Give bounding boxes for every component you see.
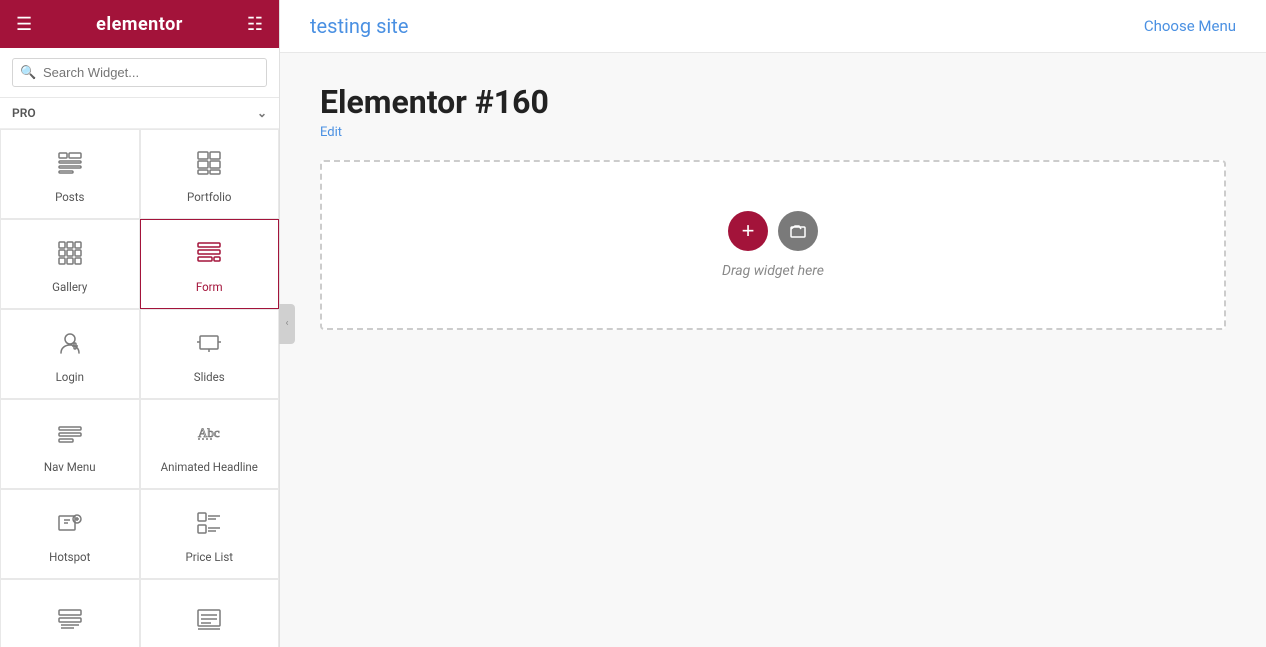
hamburger-icon[interactable]: ☰ <box>16 14 32 35</box>
widget-item-hotspot[interactable]: Hotspot <box>0 489 140 579</box>
widget-item-12[interactable] <box>140 579 280 647</box>
canvas-area: Elementor #160 Edit + Drag widget here <box>280 53 1266 647</box>
grid-icon[interactable]: ☷ <box>247 14 263 35</box>
add-widget-button[interactable]: + <box>728 211 768 251</box>
hotspot-label: Hotspot <box>49 550 90 564</box>
widget-item-posts[interactable]: Posts <box>0 129 140 219</box>
choose-menu-link[interactable]: Choose Menu <box>1144 17 1236 35</box>
form-label: Form <box>196 280 223 294</box>
widget-grid: Posts Portfolio Gallery Form <box>0 129 279 647</box>
page-title-block: Elementor #160 Edit <box>320 83 1226 140</box>
sidebar: ☰ elementor ☷ 🔍 PRO ⌄ Posts Portfolio <box>0 0 280 647</box>
slides-icon <box>195 329 223 362</box>
portfolio-icon <box>195 149 223 182</box>
login-icon <box>56 329 84 362</box>
form-icon <box>195 239 223 272</box>
navmenu-label: Nav Menu <box>44 460 96 474</box>
topbar: testing site Choose Menu <box>280 0 1266 53</box>
page-title: Elementor #160 <box>320 83 1226 121</box>
search-icon: 🔍 <box>20 65 36 80</box>
slides-label: Slides <box>194 370 225 384</box>
folder-button[interactable] <box>778 211 818 251</box>
gallery-label: Gallery <box>52 280 87 294</box>
edit-link[interactable]: Edit <box>320 125 342 140</box>
pro-filter-label: PRO <box>12 106 36 120</box>
pricelist-icon <box>195 509 223 542</box>
sidebar-header: ☰ elementor ☷ <box>0 0 279 48</box>
drag-widget-text: Drag widget here <box>722 263 824 279</box>
widget-item-price-list[interactable]: Price List <box>140 489 280 579</box>
widget-item-portfolio[interactable]: Portfolio <box>140 129 280 219</box>
widget-item-login[interactable]: Login <box>0 309 140 399</box>
pricelist-label: Price List <box>185 550 233 564</box>
drop-zone-actions: + <box>728 211 818 251</box>
portfolio-label: Portfolio <box>187 190 231 204</box>
sidebar-collapse-handle[interactable]: ‹ <box>279 304 295 344</box>
search-bar: 🔍 <box>0 48 279 98</box>
sidebar-title: elementor <box>96 14 183 35</box>
gallery-icon <box>56 239 84 272</box>
widget11-icon <box>56 606 84 639</box>
login-label: Login <box>56 370 84 384</box>
posts-icon <box>56 149 84 182</box>
animatedheadline-icon: Abc <box>195 419 223 452</box>
svg-text:Abc: Abc <box>198 425 220 440</box>
widget-item-nav-menu[interactable]: Nav Menu <box>0 399 140 489</box>
widget-item-animated-headline[interactable]: Abc Animated Headline <box>140 399 280 489</box>
chevron-down-icon: ⌄ <box>257 106 267 120</box>
widget-item-gallery[interactable]: Gallery <box>0 219 140 309</box>
widget12-icon <box>195 606 223 639</box>
hotspot-icon <box>56 509 84 542</box>
navmenu-icon <box>56 419 84 452</box>
drop-zone: + Drag widget here <box>320 160 1226 330</box>
pro-filter[interactable]: PRO ⌄ <box>0 98 279 129</box>
animatedheadline-label: Animated Headline <box>161 460 258 474</box>
site-title: testing site <box>310 14 408 38</box>
main-area: testing site Choose Menu Elementor #160 … <box>280 0 1266 647</box>
widget-item-slides[interactable]: Slides <box>140 309 280 399</box>
widget-item-11[interactable] <box>0 579 140 647</box>
widget-item-form[interactable]: Form <box>140 219 280 309</box>
search-input[interactable] <box>12 58 267 87</box>
posts-label: Posts <box>55 190 84 204</box>
